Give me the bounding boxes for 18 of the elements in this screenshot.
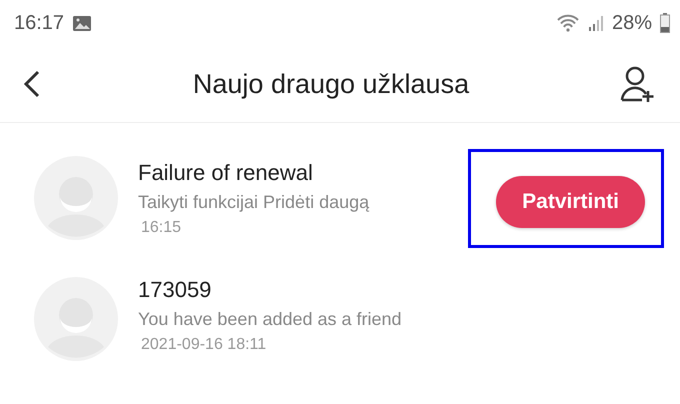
battery-icon [660, 13, 670, 33]
request-message: Taikyti funkcijai Pridėti daugą [138, 192, 370, 212]
battery-percent: 28% [612, 12, 652, 34]
add-user-icon[interactable] [620, 65, 656, 103]
request-time: 2021-09-16 18:11 [141, 336, 268, 354]
confirm-button[interactable]: Patvirtinti [496, 176, 645, 228]
image-icon [72, 14, 92, 32]
clock-time: 16:17 [14, 12, 64, 34]
avatar-icon [34, 156, 118, 240]
signal-icon [588, 14, 604, 32]
page-title: Naujo draugo užklausa [192, 68, 470, 100]
requester-name: Failure of renewal [138, 160, 314, 186]
avatar-icon [34, 277, 118, 361]
request-time: 16:15 [141, 218, 182, 236]
request-message: You have been added as a friend [138, 309, 403, 330]
requester-name: 173059 [138, 277, 212, 303]
back-icon[interactable] [22, 69, 42, 99]
wifi-icon [556, 14, 580, 32]
